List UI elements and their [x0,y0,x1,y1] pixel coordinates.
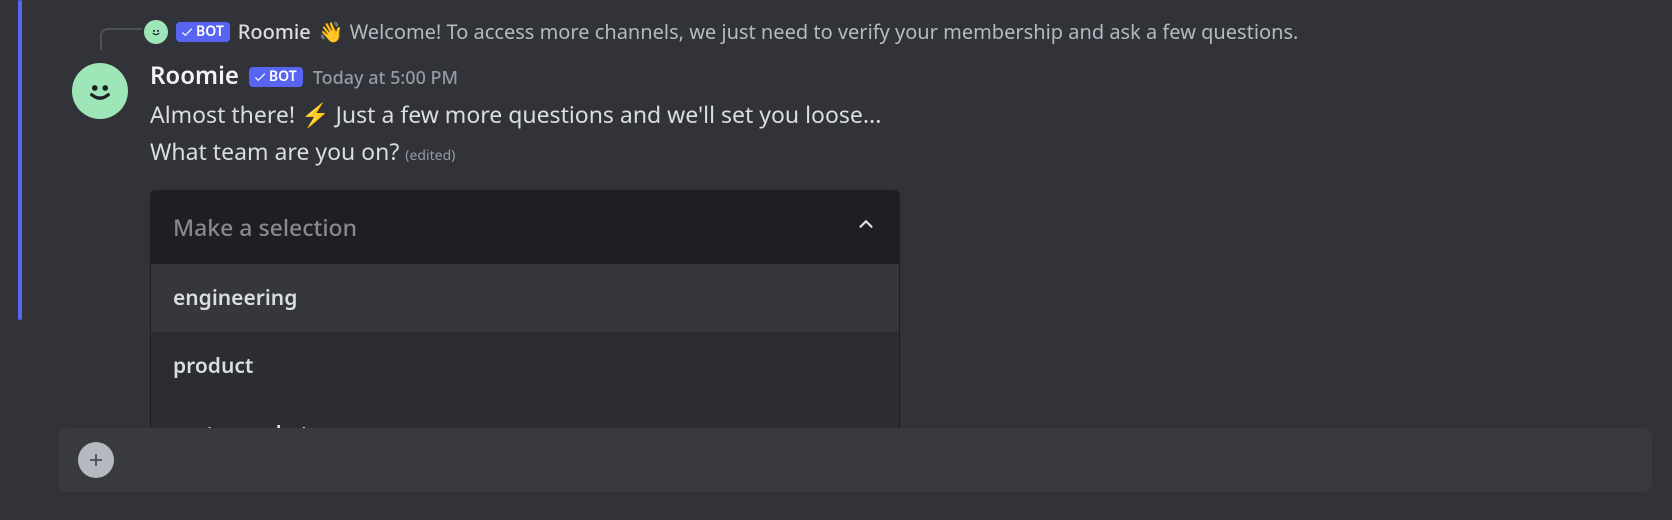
bot-badge: BOT [249,67,303,87]
smile-icon [82,73,118,109]
plus-icon [87,451,105,469]
wave-emoji: 👋 [319,18,344,45]
author-name[interactable]: Roomie [150,59,239,92]
reply-context[interactable]: BOT Roomie 👋 Welcome! To access more cha… [144,0,1624,45]
bolt-emoji: ⚡ [301,98,330,130]
message-line2: What team are you on? [150,135,399,167]
select-option-engineering[interactable]: engineering [151,264,899,332]
verified-check-icon [180,25,194,39]
verified-check-icon [253,70,267,84]
reply-preview-text: 👋 Welcome! To access more channels, we j… [319,18,1299,45]
edited-indicator: (edited) [405,146,455,165]
reply-spine [100,28,142,50]
author-avatar[interactable] [72,63,128,119]
bot-badge: BOT [176,22,230,42]
message-row: Roomie BOT Today at 5:00 PM Almost there… [72,45,1624,469]
select-option-product[interactable]: product [151,332,899,400]
select-menu[interactable]: Make a selection engineering product go-… [150,190,900,469]
select-placeholder: Make a selection [173,211,357,243]
message-line1-pre: Almost there! [150,98,301,130]
message-composer[interactable] [58,428,1652,492]
chevron-up-icon [855,213,877,240]
reply-avatar [144,20,168,44]
message-line1-post: Just a few more questions and we'll set … [330,98,882,130]
bot-badge-label: BOT [196,23,224,41]
reply-author-name: Roomie [238,18,311,45]
message-content: Almost there! ⚡ Just a few more question… [150,96,1624,170]
add-attachment-button[interactable] [78,442,114,478]
select-trigger[interactable]: Make a selection [150,190,900,264]
message-timestamp: Today at 5:00 PM [313,66,458,90]
reply-preview-message: Welcome! To access more channels, we jus… [350,18,1299,45]
smile-icon [149,25,163,39]
ephemeral-accent-bar [18,0,22,320]
bot-badge-label: BOT [269,68,297,86]
